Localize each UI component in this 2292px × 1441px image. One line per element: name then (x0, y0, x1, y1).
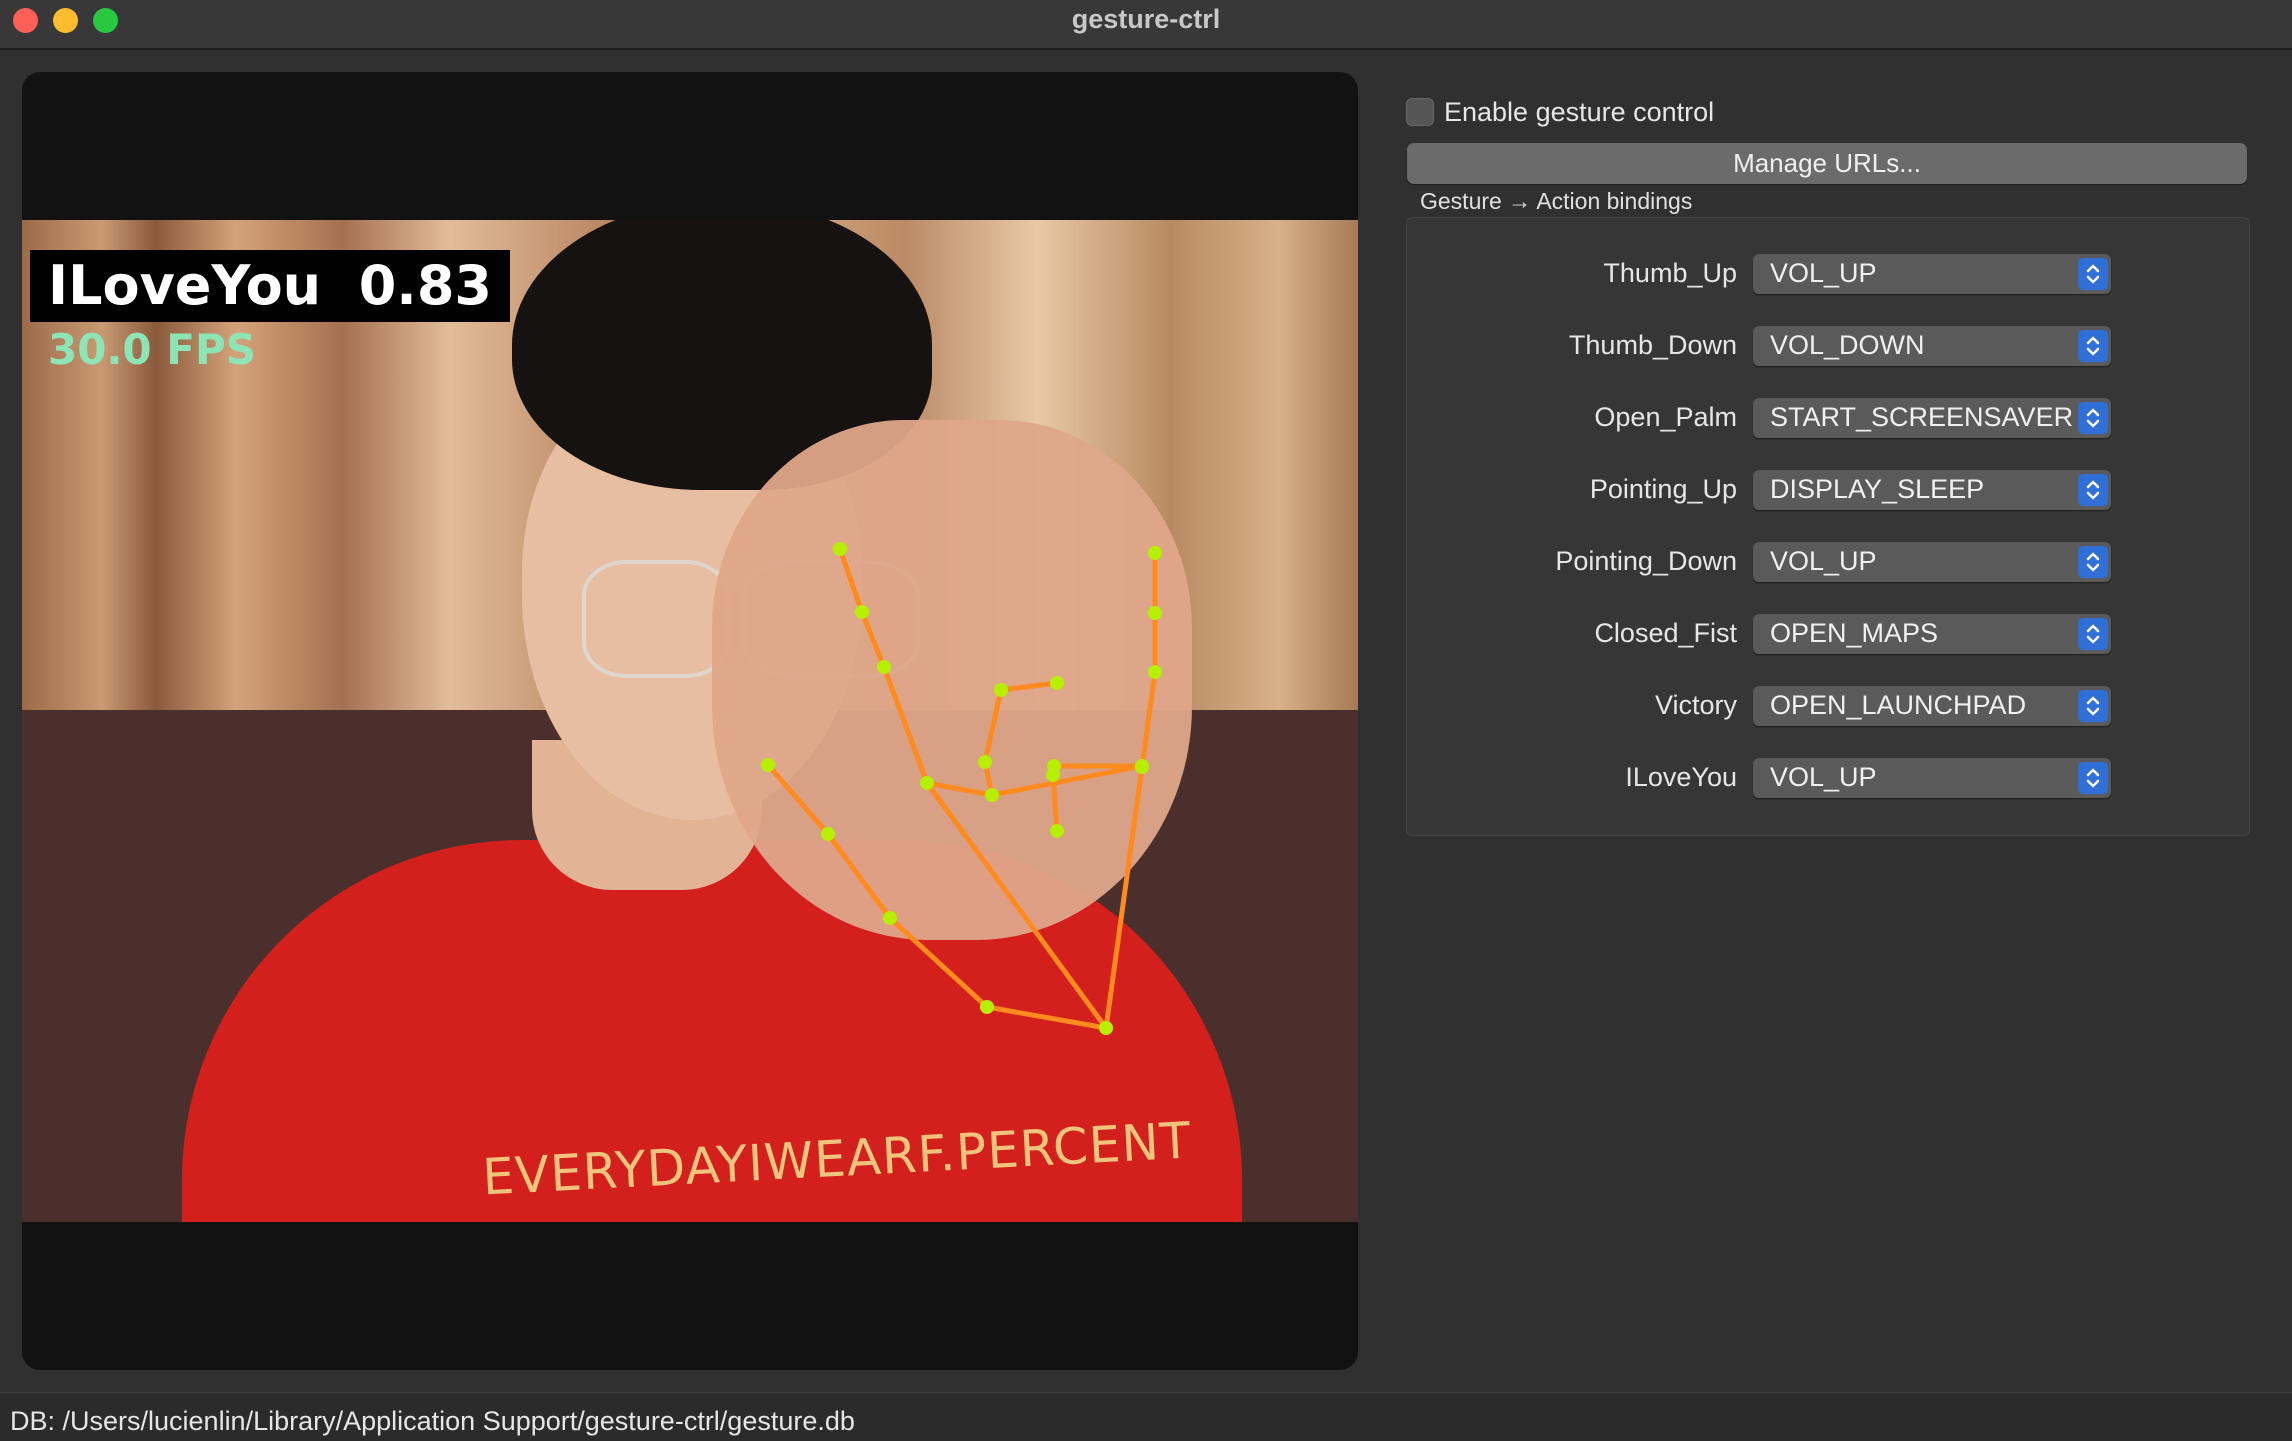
bindings-group: Thumb_Up VOL_UP Thumb_Down VOL_DOWN Open… (1406, 217, 2250, 836)
binding-row-victory: Victory OPEN_LAUNCHPAD (1407, 686, 2249, 726)
fps-readout: 30.0 FPS (48, 325, 256, 374)
title-bar: gesture-ctrl (0, 0, 2292, 50)
bindings-group-title: Gesture → Action bindings (1420, 188, 1693, 214)
hand-bone-line (837, 546, 865, 615)
hand-joint-point (994, 683, 1008, 697)
binding-row-closed-fist: Closed_Fist OPEN_MAPS (1407, 614, 2249, 654)
gesture-label: Victory (1654, 690, 1737, 720)
enable-gesture-label[interactable]: Enable gesture control (1444, 97, 1714, 128)
hand-joint-point (1148, 546, 1162, 560)
binding-row-thumb-down: Thumb_Down VOL_DOWN (1407, 326, 2249, 366)
hand-joint-point (920, 776, 934, 790)
action-select[interactable]: OPEN_MAPS (1753, 614, 2111, 654)
gesture-label: Thumb_Up (1603, 258, 1737, 288)
binding-row-thumb-up: Thumb_Up VOL_UP (1407, 254, 2249, 294)
gesture-label: Thumb_Down (1568, 330, 1737, 360)
hand-joint-point (1050, 824, 1064, 838)
action-select[interactable]: VOL_UP (1753, 542, 2111, 582)
hand-bone-line (825, 831, 893, 921)
gesture-label: ILoveYou (1625, 762, 1737, 792)
hand-joint-point (833, 542, 847, 556)
hand-bone-line (998, 680, 1060, 693)
manage-urls-button[interactable]: Manage URLs... (1407, 143, 2247, 184)
hand-bone-line (924, 780, 1109, 1031)
window-title: gesture-ctrl (1071, 4, 1221, 34)
hand-joint-point (883, 911, 897, 925)
db-path-status: DB: /Users/lucienlin/Library/Application… (10, 1406, 855, 1436)
prediction-label: ILoveYou 0.83 (30, 250, 510, 322)
updown-chevron-icon (2078, 546, 2108, 578)
action-select[interactable]: START_SCREENSAVER (1753, 398, 2111, 438)
hand-bone-line (887, 915, 990, 1010)
hand-joint-point (985, 788, 999, 802)
hand-joint-point (1099, 1021, 1113, 1035)
gesture-label: Pointing_Up (1589, 474, 1737, 504)
hand-bone-line (859, 609, 887, 670)
hand-joint-point (1135, 760, 1149, 774)
hand-joint-point (855, 605, 869, 619)
action-value: START_SCREENSAVER (1770, 402, 2074, 432)
hand-joint-point (978, 755, 992, 769)
action-value: VOL_UP (1770, 546, 1877, 576)
binding-row-iloveyou: ILoveYou VOL_UP (1407, 758, 2249, 798)
hand-bone-line (982, 687, 1004, 765)
hand-bone-line (984, 1004, 1109, 1031)
gesture-label: Pointing_Down (1555, 546, 1737, 576)
action-value: DISPLAY_SLEEP (1770, 474, 1985, 504)
action-select[interactable]: VOL_UP (1753, 254, 2111, 294)
hand-joint-point (877, 660, 891, 674)
prediction-gesture: ILoveYou (48, 254, 322, 317)
updown-chevron-icon (2078, 402, 2108, 434)
action-select[interactable]: DISPLAY_SLEEP (1753, 470, 2111, 510)
enable-gesture-control-row[interactable]: Enable gesture control (1406, 92, 1714, 132)
updown-chevron-icon (2078, 618, 2108, 650)
action-value: VOL_UP (1770, 258, 1877, 288)
hand-bone-line (1103, 764, 1145, 1031)
hand-joint-point (821, 827, 835, 841)
camera-frame: EVERYDAYIWEARF.PERCENT ILoveYou 0.83 30.… (22, 220, 1358, 1222)
action-select[interactable]: VOL_UP (1753, 758, 2111, 798)
hand-bone-line (1139, 669, 1158, 770)
action-value: VOL_UP (1770, 762, 1877, 792)
updown-chevron-icon (2078, 330, 2108, 362)
hand-joint-point (980, 1000, 994, 1014)
hand-bone-line (989, 763, 1145, 798)
hand-joint-point (761, 758, 775, 772)
gesture-label: Open_Palm (1594, 402, 1737, 432)
updown-chevron-icon (2078, 258, 2108, 290)
action-select[interactable]: VOL_DOWN (1753, 326, 2111, 366)
hand-joint-point (1148, 665, 1162, 679)
hand-bone-line (881, 664, 930, 786)
binding-row-pointing-up: Pointing_Up DISPLAY_SLEEP (1407, 470, 2249, 510)
action-value: VOL_DOWN (1770, 330, 1925, 360)
updown-chevron-icon (2078, 474, 2108, 506)
status-bar: DB: /Users/lucienlin/Library/Application… (0, 1392, 2292, 1441)
hand-joint-point (1148, 606, 1162, 620)
action-select[interactable]: OPEN_LAUNCHPAD (1753, 686, 2111, 726)
hand-joint-point (1046, 768, 1060, 782)
gesture-label: Closed_Fist (1594, 618, 1737, 648)
enable-gesture-checkbox[interactable] (1406, 98, 1434, 126)
action-value: OPEN_MAPS (1770, 618, 1939, 648)
binding-row-pointing-down: Pointing_Down VOL_UP (1407, 542, 2249, 582)
binding-row-open-palm: Open_Palm START_SCREENSAVER (1407, 398, 2249, 438)
action-value: OPEN_LAUNCHPAD (1770, 690, 2027, 720)
updown-chevron-icon (2078, 690, 2108, 722)
hand-bone-line (765, 762, 831, 837)
camera-preview-panel: EVERYDAYIWEARF.PERCENT ILoveYou 0.83 30.… (22, 72, 1358, 1370)
hand-joint-point (1050, 676, 1064, 690)
updown-chevron-icon (2078, 762, 2108, 794)
prediction-score: 0.83 (358, 254, 492, 317)
